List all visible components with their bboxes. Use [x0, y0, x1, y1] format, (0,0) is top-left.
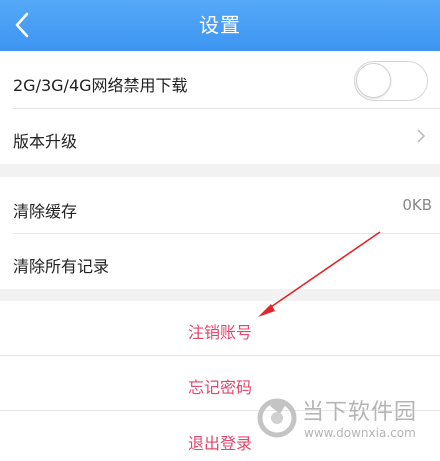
- divider: [0, 410, 440, 411]
- network-download-toggle[interactable]: [354, 61, 428, 101]
- account-actions-group: 注销账号 忘记密码 退出登录: [0, 301, 440, 461]
- logout-button[interactable]: 退出登录: [0, 430, 440, 454]
- clear-records-label[interactable]: 清除所有记录: [13, 253, 109, 277]
- clear-cache-label[interactable]: 清除缓存: [13, 198, 77, 222]
- chevron-right-icon: [417, 129, 426, 143]
- forgot-password-button[interactable]: 忘记密码: [0, 374, 440, 398]
- page-title: 设置: [199, 13, 241, 37]
- version-upgrade-label[interactable]: 版本升级: [13, 128, 77, 152]
- divider: [13, 108, 440, 109]
- toggle-knob[interactable]: [356, 63, 391, 98]
- app-header: 设置: [0, 0, 440, 51]
- divider: [13, 233, 440, 234]
- cancel-account-button[interactable]: 注销账号: [0, 319, 440, 343]
- divider: [0, 355, 440, 356]
- network-download-label: 2G/3G/4G网络禁用下载: [13, 76, 188, 95]
- settings-group-storage: 清除缓存 清除所有记录: [0, 177, 440, 289]
- cache-size-value: 0KB: [402, 196, 432, 214]
